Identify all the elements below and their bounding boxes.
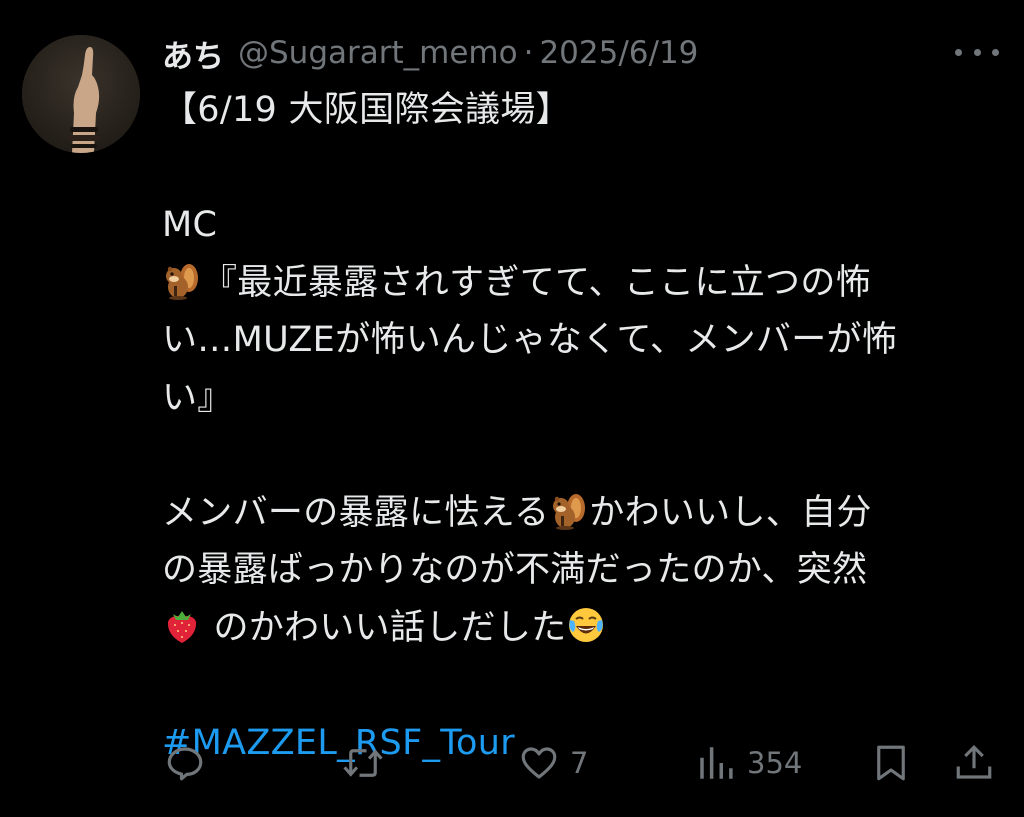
chipmunk-emoji [553, 493, 586, 530]
more-dot-icon [955, 48, 962, 56]
tweet-header: あち @Sugarart_memo · 2025/6/19 [162, 30, 698, 76]
text-segment: かわいいし、自分 [589, 492, 872, 533]
text-line: い…MUZEが怖いんじゃなくて、メンバーが怖 [162, 320, 898, 360]
heart-icon [521, 747, 557, 779]
text-line: い』 [162, 377, 233, 418]
more-options-button[interactable] [955, 38, 999, 66]
text-line: のかわいい話しだした [162, 600, 982, 658]
bookmark-button[interactable] [870, 738, 912, 788]
text-segment: メンバーの暴露に怯える [162, 492, 550, 533]
text-segment: のかわいい話しだした [213, 607, 567, 648]
retweet-icon [343, 749, 383, 777]
more-dot-icon [992, 48, 999, 56]
like-button[interactable]: 7 [518, 738, 588, 788]
tears-of-joy-emoji [569, 607, 604, 642]
tweet: あち @Sugarart_memo · 2025/6/19 【6/19 大阪国際… [0, 0, 1024, 817]
strawberry-emoji [167, 610, 197, 643]
more-dot-icon [973, 48, 981, 56]
reply-button[interactable] [164, 738, 206, 788]
reply-icon [167, 747, 203, 781]
tweet-date[interactable]: 2025/6/19 [539, 35, 698, 71]
view-count: 354 [747, 746, 803, 780]
text-line: の暴露ばっかりなのが不満だったのか、突然 [162, 550, 868, 590]
text-line: 『最近暴露されすぎてて、ここに立つの怖 [162, 255, 982, 313]
tweet-actions: 7 354 [160, 738, 1000, 788]
retweet-button[interactable] [340, 738, 386, 788]
author-handle[interactable]: @Sugarart_memo [238, 35, 518, 71]
text-line: MC [162, 205, 218, 245]
views-icon [700, 747, 733, 779]
text-line: メンバーの暴露に怯える かわいいし、自分 [162, 485, 982, 543]
text-line: 【6/19 大阪国際会議場】 [162, 90, 571, 130]
chipmunk-emoji [166, 263, 198, 300]
author-name[interactable]: あち [162, 31, 224, 76]
like-count: 7 [570, 746, 589, 780]
text-segment: 『最近暴露されすぎてて、ここに立つの怖 [202, 262, 871, 303]
views-button[interactable]: 354 [695, 738, 802, 788]
share-button[interactable] [953, 738, 995, 788]
tweet-text: 【6/19 大阪国際会議場】 MC 『最近暴露されすぎてて、ここに立つの怖 い…… [162, 82, 982, 772]
separator: · [523, 35, 534, 71]
share-icon [956, 745, 992, 779]
author-avatar[interactable] [22, 35, 140, 153]
bookmark-icon [877, 745, 905, 781]
